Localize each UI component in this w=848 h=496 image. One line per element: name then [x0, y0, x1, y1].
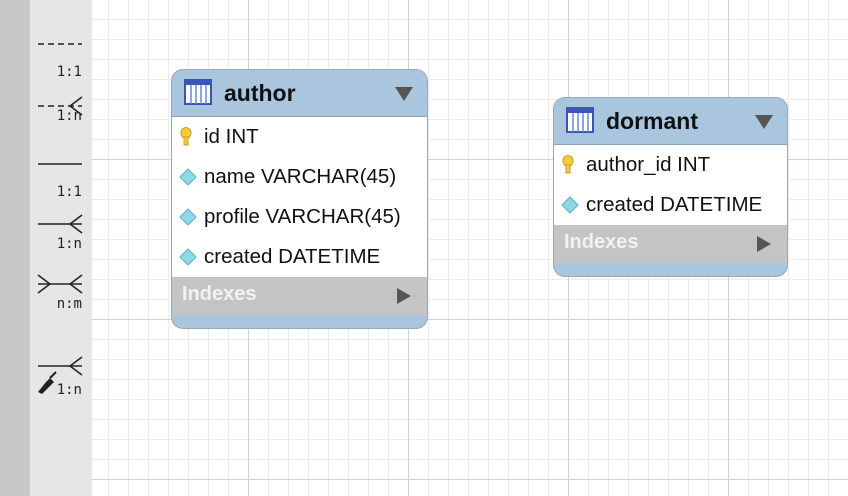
indexes-section[interactable]: Indexes — [172, 277, 427, 315]
relationship-1-1-identifying-tool[interactable]: 1:1 — [36, 156, 86, 200]
tool-label: n:m — [56, 296, 82, 312]
relationship-1-n-identifying-tool[interactable]: 1:n — [36, 212, 86, 256]
column-diamond-icon — [179, 168, 197, 186]
column-text: created DATETIME — [586, 193, 763, 216]
relationship-1-n-existing-columns-tool[interactable]: 1:n — [36, 352, 86, 398]
column-diamond-icon — [179, 248, 197, 266]
relationship-1-1-non-identifying-tool[interactable]: 1:1 — [36, 36, 86, 80]
columns-list: id INT name VARCHAR(45) profile VARCHAR(… — [172, 116, 427, 277]
columns-list: author_id INT created DATETIME — [554, 144, 787, 225]
indexes-section[interactable]: Indexes — [554, 225, 787, 263]
column-text: id INT — [204, 125, 259, 148]
indexes-label: Indexes — [182, 283, 257, 305]
solid-crowfoot-icon — [38, 214, 83, 234]
tool-label: 1:n — [56, 382, 82, 398]
column-row[interactable]: name VARCHAR(45) — [172, 157, 427, 197]
collapse-triangle-icon[interactable] — [755, 115, 773, 129]
column-row[interactable]: id INT — [172, 117, 427, 157]
indexes-label: Indexes — [564, 231, 639, 253]
column-text: profile VARCHAR(45) — [204, 205, 401, 228]
table-header[interactable]: author — [172, 70, 427, 116]
tool-label: 1:n — [56, 108, 82, 124]
column-text: author_id INT — [586, 153, 711, 176]
window-edge-strip — [0, 0, 30, 496]
expand-triangle-icon[interactable] — [397, 288, 411, 304]
table-icon — [184, 79, 212, 105]
relationship-n-m-tool[interactable]: n:m — [36, 272, 86, 316]
column-row[interactable]: profile VARCHAR(45) — [172, 197, 427, 237]
column-row[interactable]: author_id INT — [554, 145, 787, 185]
column-text: created DATETIME — [204, 245, 381, 268]
collapse-triangle-icon[interactable] — [395, 87, 413, 101]
key-icon — [180, 127, 192, 146]
table-author[interactable]: author id INT name VARCHAR(45) profile V… — [171, 69, 428, 329]
key-icon — [562, 155, 574, 174]
double-crowfoot-icon — [37, 274, 83, 294]
relationship-1-n-non-identifying-tool[interactable]: 1:n — [36, 94, 86, 138]
column-text: name VARCHAR(45) — [204, 165, 397, 188]
solid-line-icon — [38, 163, 82, 165]
column-row[interactable]: created DATETIME — [554, 185, 787, 225]
table-header[interactable]: dormant — [554, 98, 787, 144]
column-diamond-icon — [561, 196, 579, 214]
tool-label: 1:1 — [56, 64, 82, 80]
tool-label: 1:n — [56, 236, 82, 252]
relationship-toolbar: 1:1 1:n 1:1 1:n n:m 1:n — [30, 0, 94, 496]
table-name: author — [224, 80, 296, 106]
tool-label: 1:1 — [56, 184, 82, 200]
column-diamond-icon — [179, 208, 197, 226]
dashed-line-icon — [38, 43, 82, 45]
column-row[interactable]: created DATETIME — [172, 237, 427, 277]
table-name: dormant — [606, 108, 698, 134]
table-icon — [566, 107, 594, 133]
table-dormant[interactable]: dormant author_id INT created DATETIME I… — [553, 97, 788, 277]
expand-triangle-icon[interactable] — [757, 236, 771, 252]
